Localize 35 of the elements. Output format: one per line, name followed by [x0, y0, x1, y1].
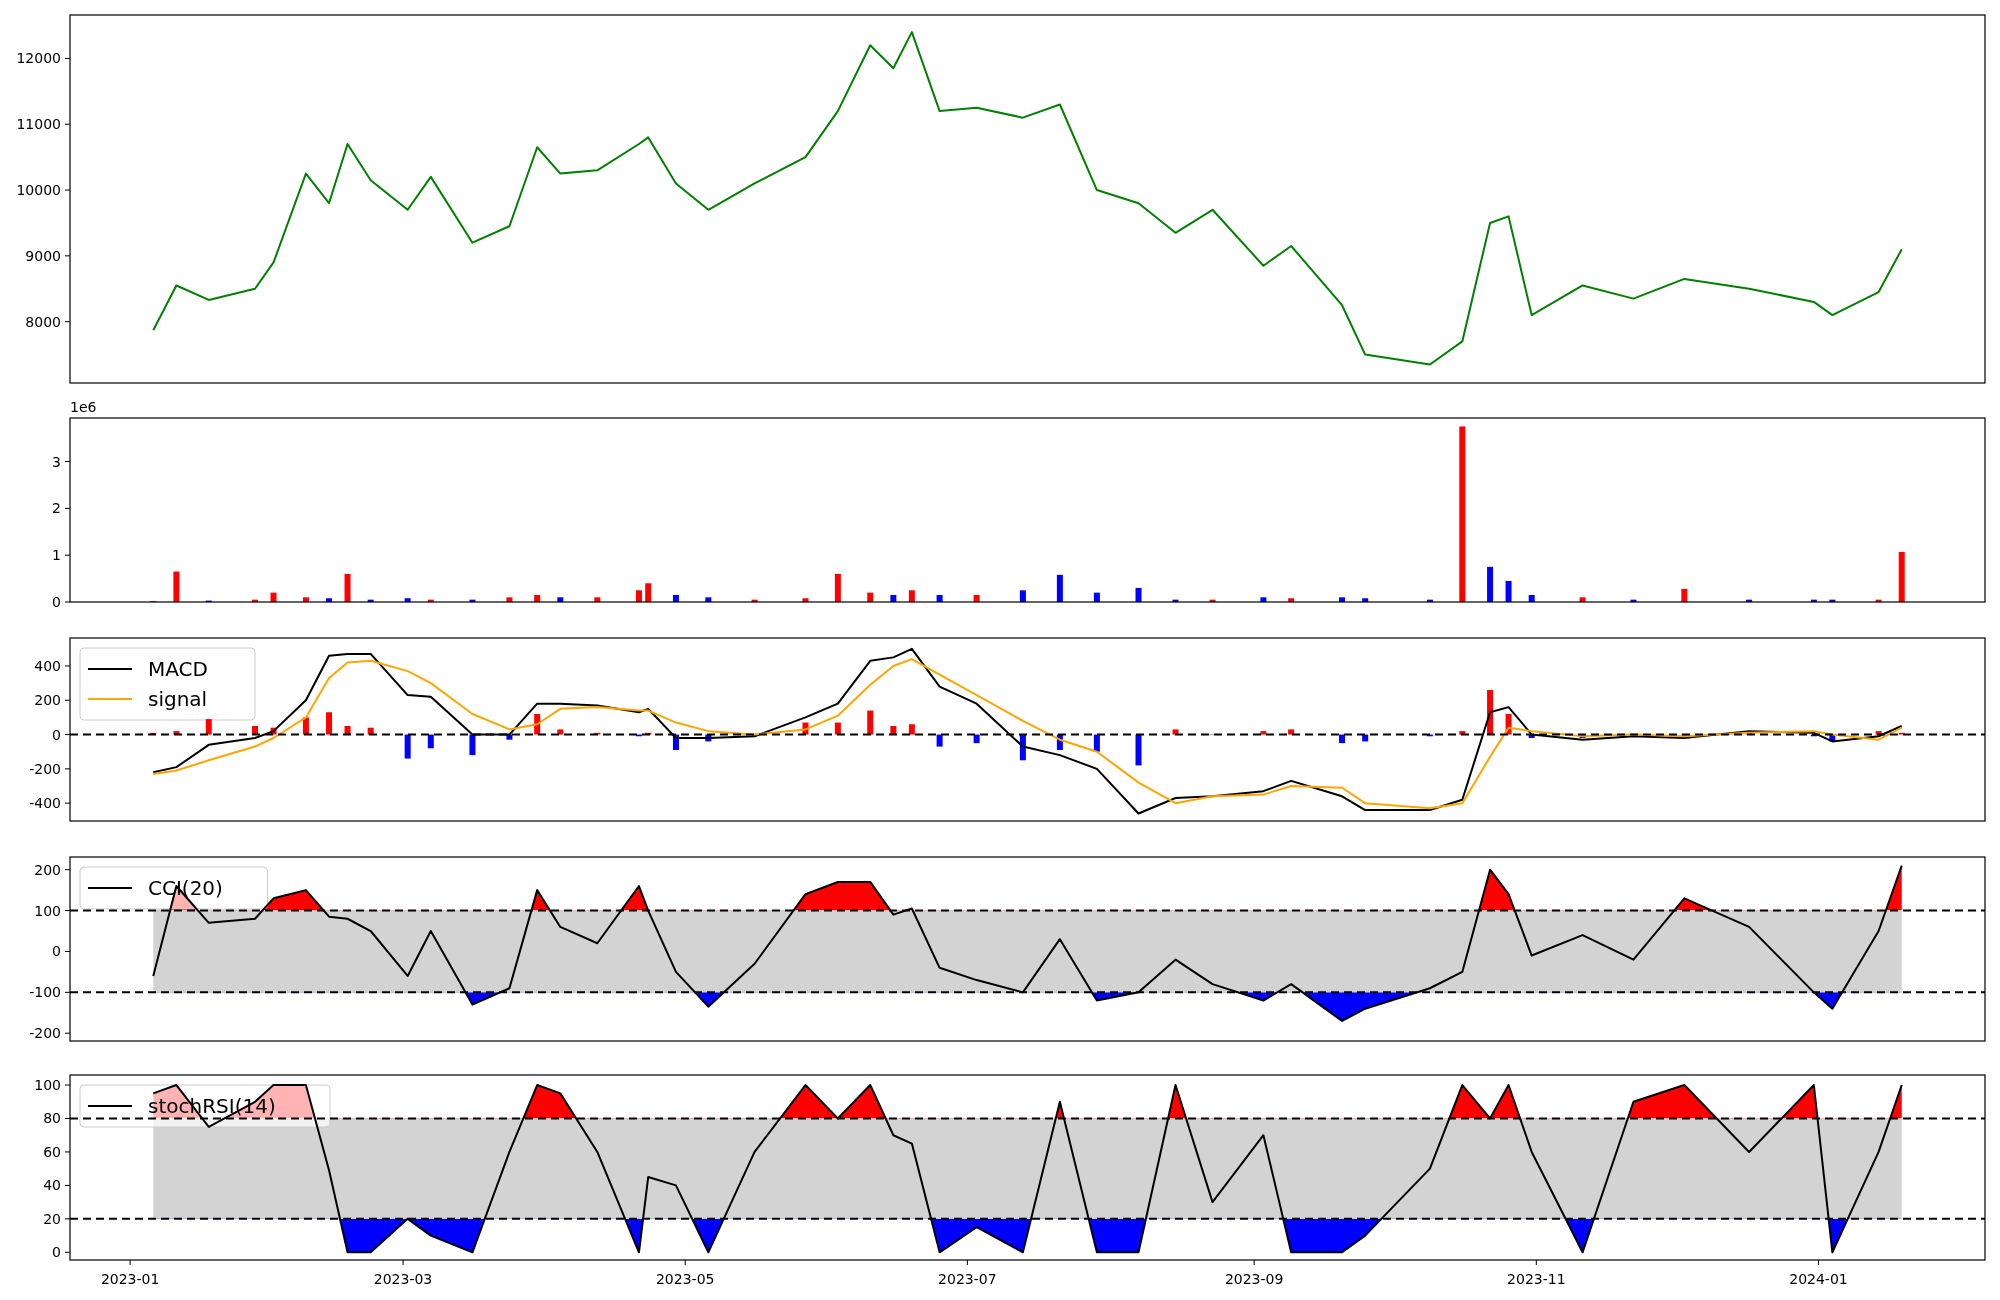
axis-tick-label: 2023-03 [373, 1271, 433, 1287]
axis-tick-label: 2023-07 [938, 1271, 997, 1287]
axis-tick-label: 60 [43, 1143, 61, 1160]
legend-label: MACD [148, 657, 208, 681]
axis-tick-label: 9000 [25, 247, 61, 264]
axis-tick-label: 20 [43, 1210, 61, 1227]
axis-tick-label: 200 [34, 692, 61, 709]
axis-tick-label: 2023-11 [1507, 1271, 1566, 1287]
axis-tick-label: 10000 [16, 182, 61, 199]
axis-tick-label: 0 [52, 594, 61, 610]
axis-tick-label: 80 [43, 1110, 61, 1127]
axis-tick-label: 2023-01 [100, 1271, 160, 1287]
axis-tick-label: 400 [34, 657, 61, 674]
axis-tick-label: 2024-01 [1789, 1271, 1848, 1287]
axis-tick-label: 200 [34, 861, 61, 878]
axis-tick-label: 100 [34, 1077, 61, 1094]
axis-tick-label: 2 [52, 500, 61, 517]
axis-tick-label: 3 [52, 453, 61, 470]
axis-tick-label: 100 [34, 902, 61, 919]
axis-tick-label: 12000 [16, 50, 61, 67]
axis-tick-label: 2023-09 [1224, 1271, 1284, 1287]
axis-tick-label: 1 [52, 547, 61, 564]
axis-tick-label: 8000 [25, 313, 61, 330]
axis-tick-label: 0 [52, 1244, 61, 1261]
axis-tick-label: -100 [29, 984, 61, 1001]
axis-tick-label: 0 [52, 943, 61, 960]
axis-tick-label: -400 [29, 795, 61, 812]
axis-tick-label: 40 [43, 1177, 61, 1194]
legend-label: signal [148, 687, 208, 711]
axis-tick-label: -200 [29, 1025, 61, 1042]
axis-tick-label: -200 [29, 760, 61, 777]
axis-tick-label: 0 [52, 726, 61, 743]
axis-scale-label: 1e6 [70, 399, 97, 415]
axis-tick-label: 11000 [16, 116, 61, 133]
axis-tick-label: 2023-05 [655, 1271, 715, 1287]
